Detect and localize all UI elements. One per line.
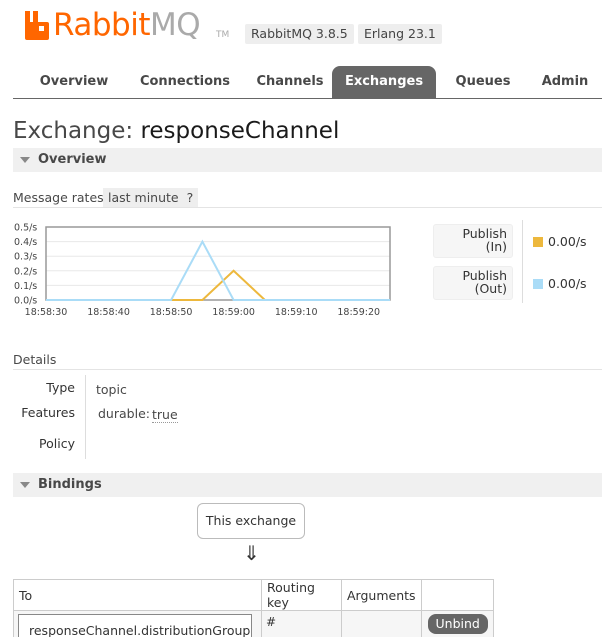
table-row: responseChannel.distributionGroup # Unbi… xyxy=(13,610,494,637)
x-tick-label: 18:58:50 xyxy=(150,307,193,318)
y-tick-label: 0.3/s xyxy=(14,252,37,263)
message-rates-chart: 0.5/s0.4/s0.3/s0.2/s0.1/s0.0/s 18:58:30 1… xyxy=(14,223,391,318)
tab-channels[interactable]: Channels xyxy=(235,66,345,98)
binding-destination-link[interactable]: responseChannel.distributionGroup xyxy=(18,614,252,637)
features-label: Features xyxy=(21,405,75,420)
x-tick-label: 18:59:10 xyxy=(275,307,318,318)
y-tick-label: 0.0/s xyxy=(14,296,37,307)
binding-actions-cell: Unbind xyxy=(420,610,494,637)
column-header-routing-key: Routing key xyxy=(261,579,342,611)
x-tick-label: 18:58:40 xyxy=(87,307,130,318)
publish-in-rate-value: 0.00/s xyxy=(548,234,587,249)
column-header-arguments: Arguments xyxy=(341,579,422,611)
bindings-section-toggle[interactable]: Bindings xyxy=(13,473,602,497)
publish-out-swatch xyxy=(533,279,543,289)
x-axis-ticks: 18:58:30 18:58:40 18:58:50 18:59:00 18:59:10… xyxy=(25,307,380,318)
down-arrow-icon: ⇓ xyxy=(243,541,260,565)
bindings-table: To Routing key Arguments responseChannel… xyxy=(13,579,494,637)
y-tick-label: 0.1/s xyxy=(14,281,37,292)
x-tick-label: 18:59:20 xyxy=(337,307,380,318)
overview-section-toggle[interactable]: Overview xyxy=(13,148,602,172)
column-header-actions xyxy=(420,579,494,611)
legend-publish-out[interactable]: Publish (Out) xyxy=(433,266,513,300)
tab-queues[interactable]: Queues xyxy=(443,66,523,98)
page-title-prefix: Exchange: xyxy=(13,118,134,144)
durable-key: durable: xyxy=(98,406,150,421)
overview-section-label: Overview xyxy=(38,152,107,167)
routing-key-value: # xyxy=(266,615,277,629)
x-tick-label: 18:58:30 xyxy=(25,307,68,318)
logo-rabbit-text: Rabbit xyxy=(53,7,150,43)
binding-arguments-cell xyxy=(341,610,422,637)
erlang-version-badge: Erlang 23.1 xyxy=(358,24,442,44)
bindings-section-label: Bindings xyxy=(38,477,102,492)
details-divider xyxy=(85,375,86,459)
tab-connections[interactable]: Connections xyxy=(121,66,249,98)
publish-in-swatch xyxy=(533,237,543,247)
binding-destination-cell: responseChannel.distributionGroup xyxy=(13,610,262,637)
y-tick-label: 0.2/s xyxy=(14,266,37,277)
type-value: topic xyxy=(96,382,127,397)
message-rates-row: Message rates last minute ? xyxy=(13,188,602,208)
legend-publish-out-line2: (Out) xyxy=(474,281,507,296)
rates-help-button[interactable]: ? xyxy=(182,188,198,207)
logo-mq-text: MQ xyxy=(149,7,201,43)
details-heading: Details xyxy=(13,352,602,370)
tab-overview[interactable]: Overview xyxy=(13,66,135,98)
legend-divider xyxy=(522,220,523,303)
collapse-triangle-icon xyxy=(20,482,30,488)
rabbitmq-logo-icon xyxy=(25,11,49,40)
publish-out-rate: 0.00/s xyxy=(533,276,587,291)
main-tabs: Overview Connections Channels Exchanges … xyxy=(13,66,602,99)
bindings-header-row: To Routing key Arguments xyxy=(13,579,494,611)
plot-frame xyxy=(45,226,391,301)
y-tick-label: 0.5/s xyxy=(14,223,37,234)
chart-grid xyxy=(46,241,390,286)
y-tick-label: 0.4/s xyxy=(14,237,37,248)
rates-period-selector[interactable]: last minute xyxy=(103,188,184,207)
tab-exchanges[interactable]: Exchanges xyxy=(332,66,436,98)
publish-out-rate-value: 0.00/s xyxy=(548,276,587,291)
durable-value: true xyxy=(152,407,178,423)
page-title: Exchange: responseChannel xyxy=(13,118,339,144)
exchange-name: responseChannel xyxy=(140,118,340,144)
type-label: Type xyxy=(46,380,75,395)
publish-in-rate: 0.00/s xyxy=(533,234,587,249)
legend-publish-in[interactable]: Publish (In) xyxy=(433,224,513,258)
y-axis-ticks: 0.5/s 0.4/s 0.3/s 0.2/s 0.1/s 0.0/s xyxy=(14,223,37,307)
policy-label: Policy xyxy=(39,436,75,451)
column-header-to: To xyxy=(13,579,262,611)
rabbitmq-version-badge: RabbitMQ 3.8.5 xyxy=(245,24,354,44)
message-rates-label: Message rates xyxy=(13,190,104,205)
unbind-button[interactable]: Unbind xyxy=(427,614,488,634)
this-exchange-box: This exchange xyxy=(197,503,305,539)
legend-publish-in-line2: (In) xyxy=(485,239,507,254)
x-tick-label: 18:59:00 xyxy=(212,307,255,318)
binding-routing-key-cell: # xyxy=(261,610,342,637)
logo-wordmark: RabbitMQ xyxy=(53,7,201,43)
tab-admin[interactable]: Admin xyxy=(528,66,602,98)
collapse-triangle-icon xyxy=(20,157,30,163)
logo-trademark: TM xyxy=(216,30,230,40)
